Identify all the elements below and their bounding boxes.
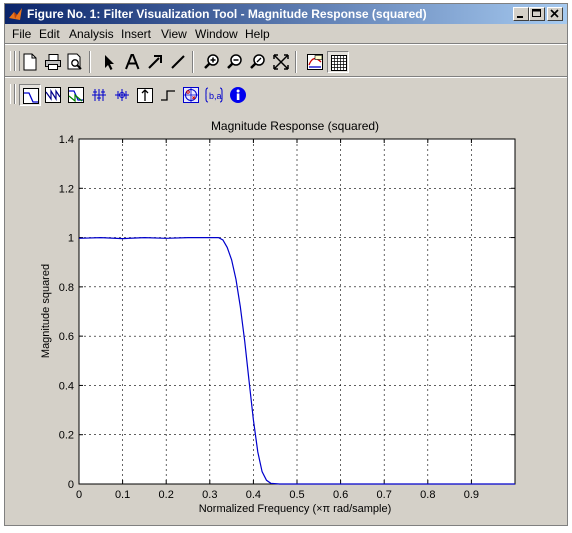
print-button[interactable] <box>42 51 64 73</box>
magnitude-response-icon <box>23 88 39 104</box>
menu-help[interactable]: Help <box>245 27 270 41</box>
new-figure-button[interactable] <box>19 51 41 73</box>
insert-arrow-icon <box>148 55 162 69</box>
pole-zero-plot-icon <box>183 87 199 103</box>
menu-window[interactable]: Window <box>195 27 238 41</box>
figure-window: Figure No. 1: Filter Visualization Tool … <box>4 3 568 526</box>
menu-bar: File Edit Analysis Insert View Window He… <box>5 24 567 43</box>
y-tick-label: 1.2 <box>59 183 74 195</box>
close-icon <box>550 9 559 18</box>
rotate-button[interactable] <box>247 51 269 73</box>
title-bar[interactable]: Figure No. 1: Filter Visualization Tool … <box>5 4 567 24</box>
full-view-button[interactable] <box>270 51 292 73</box>
x-tick-label: 0.2 <box>159 489 174 501</box>
insert-text-button[interactable] <box>121 51 143 73</box>
y-tick-label: 0.4 <box>59 380 74 392</box>
x-axis-label: Normalized Frequency (×π rad/sample) <box>199 503 392 515</box>
figure-toolbar <box>5 43 567 76</box>
window-title: Figure No. 1: Filter Visualization Tool … <box>27 7 427 21</box>
menu-analysis[interactable]: Analysis <box>69 27 114 41</box>
menu-view[interactable]: View <box>161 27 187 41</box>
y-axis-label: Magnitude squared <box>40 264 52 358</box>
insert-line-button[interactable] <box>167 51 189 73</box>
print-icon <box>45 54 61 70</box>
x-tick-label: 0.6 <box>333 489 348 501</box>
chart-title: Magnitude Response (squared) <box>211 119 379 133</box>
x-tick-label: 0.7 <box>377 489 392 501</box>
grid-button[interactable] <box>327 51 349 73</box>
y-tick-label: 0 <box>68 479 74 491</box>
step-response-button[interactable] <box>157 84 179 106</box>
print-preview-button[interactable] <box>64 51 86 73</box>
maximize-button[interactable] <box>529 7 545 21</box>
impulse-response-icon <box>137 88 153 103</box>
maximize-icon <box>532 9 541 17</box>
menu-insert[interactable]: Insert <box>121 27 151 41</box>
group-delay-button[interactable] <box>88 84 110 106</box>
zoom-out-icon <box>227 54 242 69</box>
phase-response-icon <box>45 87 61 103</box>
close-button[interactable] <box>547 7 563 21</box>
y-tick-label: 1.4 <box>59 134 74 146</box>
filter-coefficients-button[interactable]: b,a <box>203 84 225 106</box>
phase-delay-button[interactable] <box>111 84 133 106</box>
x-tick-label: 0 <box>76 489 82 501</box>
legend-icon <box>307 54 323 70</box>
zoom-in-icon <box>204 54 219 69</box>
x-tick-label: 0.9 <box>464 489 479 501</box>
y-tick-label: 0.6 <box>59 331 74 343</box>
insert-arrow-button[interactable] <box>144 51 166 73</box>
x-tick-label: 0.1 <box>115 489 130 501</box>
impulse-response-button[interactable] <box>134 84 156 106</box>
menu-file[interactable]: File <box>12 27 31 41</box>
x-tick-label: 0.8 <box>420 489 435 501</box>
x-tick-label: 0.3 <box>202 489 217 501</box>
legend-button[interactable] <box>304 51 326 73</box>
x-tick-label: 0.5 <box>289 489 304 501</box>
select-arrow-button[interactable] <box>98 51 120 73</box>
x-tick-label: 0.4 <box>246 489 261 501</box>
zoom-out-button[interactable] <box>224 51 246 73</box>
menu-edit[interactable]: Edit <box>39 27 60 41</box>
insert-text-icon <box>125 54 140 70</box>
figure-canvas[interactable]: Magnitude Response (squared) 0 0.1 0.2 0.3 0… <box>5 108 567 525</box>
y-tick-label: 1 <box>68 233 74 245</box>
full-view-icon <box>273 54 289 70</box>
svg-text:b,a: b,a <box>209 91 222 101</box>
step-response-icon <box>161 90 175 101</box>
insert-line-icon <box>171 55 185 69</box>
filter-coefficients-icon: b,a <box>205 87 223 103</box>
magnitude-and-phase-button[interactable] <box>65 84 87 106</box>
print-preview-icon <box>67 53 82 70</box>
magnitude-response-plot[interactable]: Magnitude Response (squared) 0 0.1 0.2 0.3 0… <box>5 108 567 525</box>
group-delay-icon <box>92 89 106 101</box>
y-tick-label: 0.8 <box>59 282 74 294</box>
fvtool-toolbar: b,a <box>5 76 567 109</box>
grid-icon <box>331 55 347 71</box>
phase-delay-icon <box>115 89 129 101</box>
pole-zero-plot-button[interactable] <box>180 84 202 106</box>
magnitude-response-button[interactable] <box>19 84 41 106</box>
magnitude-and-phase-icon <box>68 87 84 103</box>
toolbar-separator <box>89 51 91 73</box>
new-figure-icon <box>23 53 37 71</box>
rotate-icon <box>250 54 265 69</box>
zoom-in-button[interactable] <box>201 51 223 73</box>
filter-information-icon <box>230 87 246 103</box>
phase-response-button[interactable] <box>42 84 64 106</box>
select-arrow-icon <box>105 55 114 70</box>
toolbar-separator <box>295 51 297 73</box>
filter-information-button[interactable] <box>227 84 249 106</box>
matlab-logo-icon <box>9 8 22 20</box>
minimize-button[interactable] <box>513 7 529 21</box>
y-tick-label: 0.2 <box>59 430 74 442</box>
minimize-icon <box>517 16 523 18</box>
toolbar-separator <box>192 51 194 73</box>
